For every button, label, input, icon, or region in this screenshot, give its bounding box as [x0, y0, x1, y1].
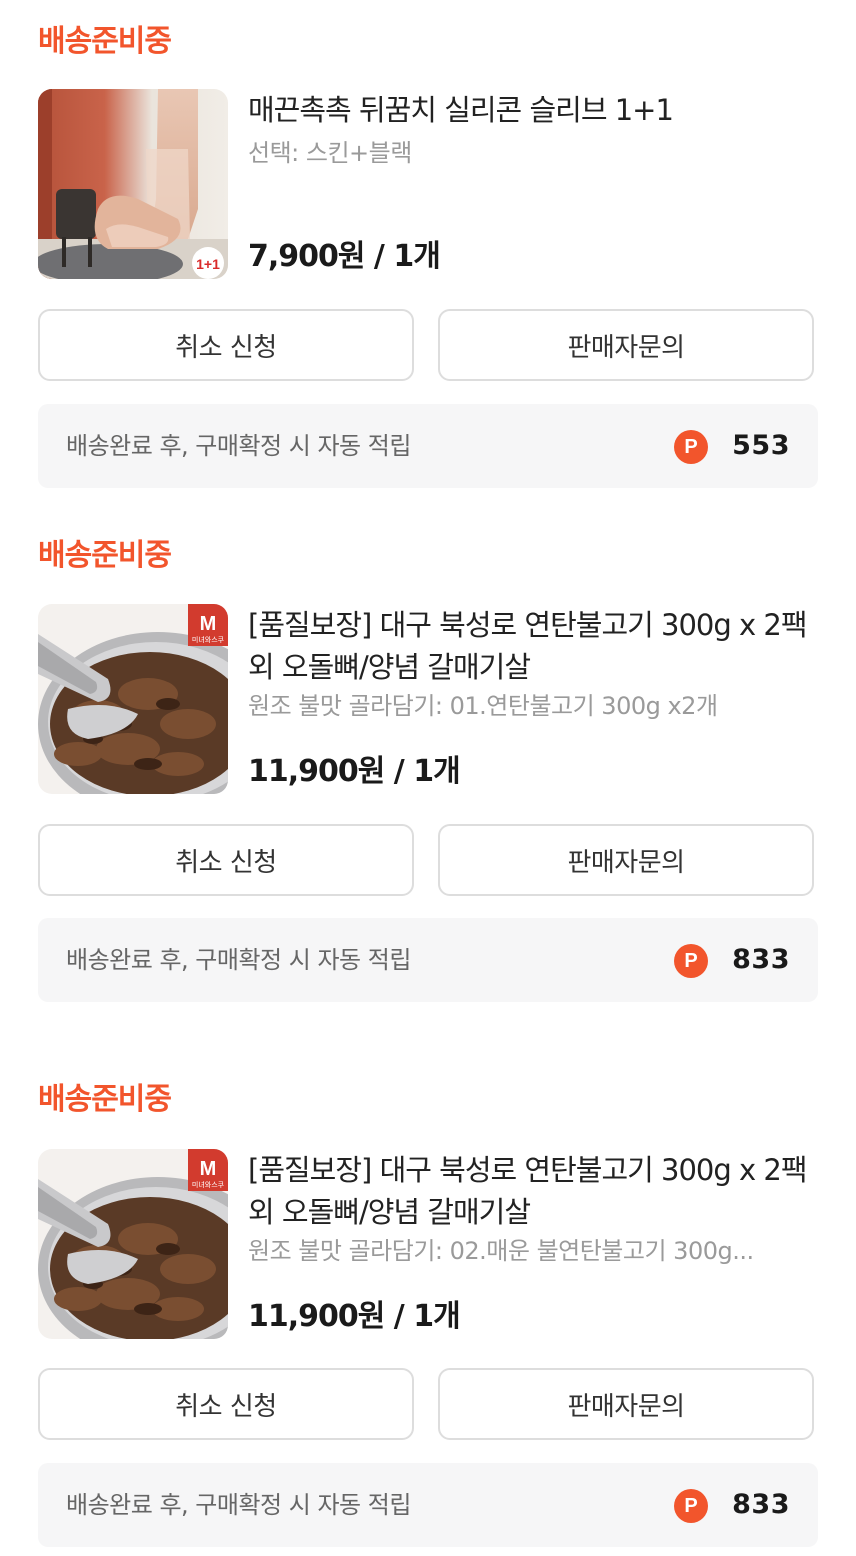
product-thumbnail[interactable]: M 미녀와스쿠 — [38, 1149, 228, 1339]
points-info: 배송완료 후, 구매확정 시 자동 적립 P 553 — [38, 404, 818, 488]
product-thumbnail[interactable]: M 미녀와스쿠 — [38, 604, 228, 794]
seller-inquiry-button[interactable]: 판매자문의 — [438, 309, 814, 381]
product-summary[interactable]: M 미녀와스쿠 [품질보장] 대구 북성로 연탄불고기 300g x 2팩 외 … — [38, 1149, 818, 1339]
product-info: [품질보장] 대구 북성로 연탄불고기 300g x 2팩 외 오돌뼈/양념 갈… — [248, 1149, 818, 1339]
cancel-request-button[interactable]: 취소 신청 — [38, 824, 414, 896]
product-price: 11,900원 / 1개 — [248, 754, 461, 789]
product-price: 11,900원 / 1개 — [248, 1299, 461, 1334]
brand-logo: M — [200, 1158, 217, 1180]
points-coin-icon: P — [674, 1489, 708, 1523]
product-title: [품질보장] 대구 북성로 연탄불고기 300g x 2팩 외 오돌뼈/양념 갈… — [248, 1153, 808, 1229]
points-value: 833 — [732, 944, 790, 975]
seller-inquiry-button[interactable]: 판매자문의 — [438, 824, 814, 896]
brand-logo: M — [200, 613, 217, 635]
brand-logo-sub: 미녀와스쿠 — [192, 1180, 225, 1189]
product-title: 매끈촉촉 뒤꿈치 실리콘 슬리브 1+1 — [248, 93, 674, 127]
order-status: 배송준비중 — [38, 1082, 172, 1117]
points-coin-icon: P — [674, 944, 708, 978]
order-status: 배송준비중 — [38, 538, 172, 573]
thumb-badge: 1+1 — [196, 256, 220, 272]
product-option: 원조 불맛 골라담기: 02.매운 불연탄불고기 300g... — [248, 1237, 754, 1265]
cancel-request-button[interactable]: 취소 신청 — [38, 1368, 414, 1440]
action-buttons: 취소 신청 판매자문의 — [38, 1368, 818, 1442]
product-thumbnail[interactable]: 1+1 — [38, 89, 228, 279]
action-buttons: 취소 신청 판매자문의 — [38, 824, 818, 898]
points-coin-icon: P — [674, 430, 708, 464]
points-info: 배송완료 후, 구매확정 시 자동 적립 P 833 — [38, 918, 818, 1002]
product-option: 원조 불맛 골라담기: 01.연탄불고기 300g x2개 — [248, 692, 718, 720]
points-description: 배송완료 후, 구매확정 시 자동 적립 — [66, 1491, 411, 1519]
points-description: 배송완료 후, 구매확정 시 자동 적립 — [66, 432, 411, 460]
seller-inquiry-button[interactable]: 판매자문의 — [438, 1368, 814, 1440]
product-info: [품질보장] 대구 북성로 연탄불고기 300g x 2팩 외 오돌뼈/양념 갈… — [248, 604, 818, 794]
product-option: 선택: 스킨+블랙 — [248, 139, 412, 167]
action-buttons: 취소 신청 판매자문의 — [38, 309, 818, 383]
points-description: 배송완료 후, 구매확정 시 자동 적립 — [66, 946, 411, 974]
cancel-request-button[interactable]: 취소 신청 — [38, 309, 414, 381]
points-info: 배송완료 후, 구매확정 시 자동 적립 P 833 — [38, 1463, 818, 1547]
product-summary[interactable]: M 미녀와스쿠 [품질보장] 대구 북성로 연탄불고기 300g x 2팩 외 … — [38, 604, 818, 794]
order-status: 배송준비중 — [38, 24, 172, 59]
product-summary[interactable]: 1+1 매끈촉촉 뒤꿈치 실리콘 슬리브 1+1 선택: 스킨+블랙 7,900… — [38, 89, 818, 279]
product-info: 매끈촉촉 뒤꿈치 실리콘 슬리브 1+1 선택: 스킨+블랙 7,900원 / … — [248, 89, 818, 279]
brand-logo-sub: 미녀와스쿠 — [192, 635, 225, 644]
points-value: 833 — [732, 1489, 790, 1520]
product-price: 7,900원 / 1개 — [248, 239, 441, 274]
points-value: 553 — [732, 430, 790, 461]
product-title: [품질보장] 대구 북성로 연탄불고기 300g x 2팩 외 오돌뼈/양념 갈… — [248, 608, 808, 684]
